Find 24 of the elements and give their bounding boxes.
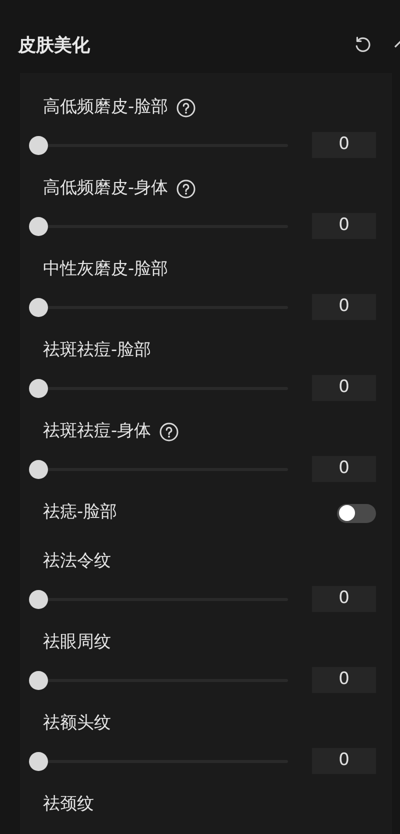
setting-label: 祛斑祛痘-脸部 xyxy=(43,339,152,362)
setting-label: 中性灰磨皮-脸部 xyxy=(43,258,168,282)
toggle-switch[interactable] xyxy=(337,504,376,522)
setting-label: 高低频磨皮-脸部 xyxy=(43,96,168,120)
value-field[interactable]: 0 xyxy=(312,132,376,158)
setting-label: 祛法令纹 xyxy=(43,550,111,574)
value-field[interactable]: 0 xyxy=(312,375,376,401)
value-field[interactable]: 0 xyxy=(312,667,376,693)
section-title: 皮肤美化 xyxy=(18,34,90,58)
help-icon[interactable] xyxy=(176,179,196,199)
setting-label: 祛颈纹 xyxy=(43,793,94,816)
setting-label: 祛斑祛痘-身体 xyxy=(43,420,152,444)
value-field[interactable]: 0 xyxy=(312,213,376,239)
value-field[interactable]: 0 xyxy=(312,748,376,774)
setting-label: 祛额头纹 xyxy=(43,712,111,736)
help-icon[interactable] xyxy=(159,422,180,442)
value-field[interactable]: 0 xyxy=(312,294,376,320)
reset-icon[interactable] xyxy=(353,35,373,55)
value-field[interactable]: 0 xyxy=(312,456,376,482)
setting-label: 祛痣-脸部 xyxy=(43,501,118,524)
help-icon[interactable] xyxy=(176,98,196,118)
setting-label: 高低频磨皮-身体 xyxy=(43,177,168,200)
value-field[interactable]: 0 xyxy=(312,586,376,612)
setting-label: 祛眼周纹 xyxy=(43,631,111,654)
